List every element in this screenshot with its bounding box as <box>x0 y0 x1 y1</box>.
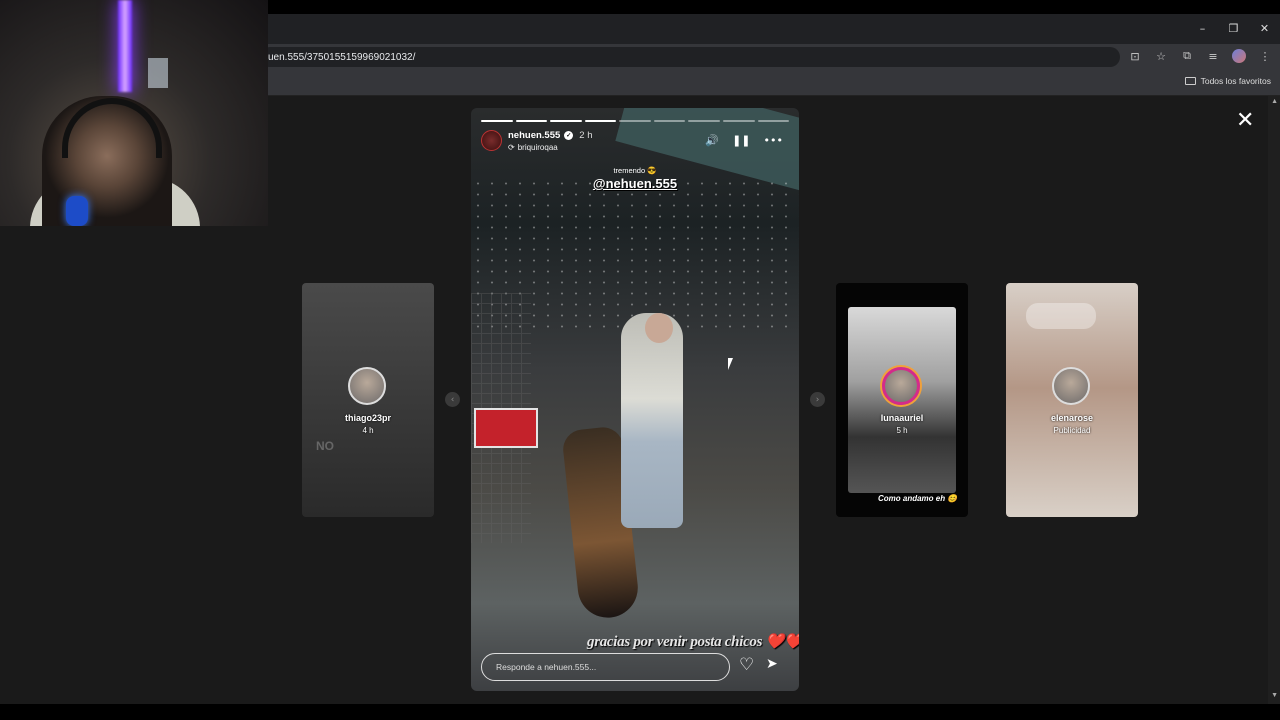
story-header: nehuen.555 ✓ 2 h ⟳ briquiroqaa <box>481 130 593 152</box>
avatar[interactable] <box>481 130 502 151</box>
progress-segment <box>757 120 790 122</box>
more-options-icon[interactable]: ••• <box>764 134 783 147</box>
story-card-lunaauriel[interactable]: lunaauriel 5 h Como andamo eh 😊 <box>836 283 968 517</box>
pause-icon[interactable]: ❚❚ <box>732 134 750 147</box>
send-icon[interactable]: ➤ <box>766 657 778 671</box>
toolbar-icons: ⊡ ☆ ⧉ ≡ ⋮ <box>1128 49 1272 63</box>
card-caption: Como andamo eh 😊 <box>878 494 958 503</box>
sunglasses <box>1026 303 1096 329</box>
mouse-cursor <box>728 358 738 370</box>
like-icon[interactable]: ♡ <box>739 657 754 674</box>
menu-icon[interactable]: ⋮ <box>1258 49 1272 63</box>
progress-segment <box>584 120 617 122</box>
minimize-icon[interactable]: – <box>1187 18 1218 38</box>
card-time: 4 h <box>362 426 374 435</box>
media-icon[interactable]: ≡ <box>1206 49 1220 63</box>
close-window-icon[interactable]: ✕ <box>1249 18 1280 38</box>
close-icon[interactable]: ✕ <box>1236 110 1254 132</box>
reply-input[interactable] <box>481 653 730 681</box>
webcam-overlay <box>0 0 268 226</box>
story-card-elenarose[interactable]: elenarose Publicidad <box>1006 283 1138 517</box>
os-bottom-bar <box>0 704 1280 720</box>
sound-icon[interactable]: 🔊 <box>705 134 719 147</box>
progress-segment <box>688 120 720 122</box>
card-username: lunaauriel <box>880 413 924 423</box>
next-story-icon[interactable]: › <box>810 392 825 407</box>
caption-text: gracias por venir posta chicos <box>587 634 763 650</box>
mention-sticker[interactable]: @nehuen.555 <box>471 176 799 191</box>
star-icon[interactable]: ☆ <box>1154 49 1168 63</box>
progress-segment <box>481 120 513 122</box>
extensions-icon[interactable]: ⧉ <box>1180 49 1194 63</box>
card-username: thiago23pr <box>344 413 391 423</box>
restore-icon[interactable]: ❐ <box>1218 18 1249 38</box>
scroll-down-icon[interactable]: ▼ <box>1271 692 1278 699</box>
progress-segment <box>515 120 548 122</box>
text-sticker: tremendo 😎 <box>613 166 657 175</box>
verified-icon: ✓ <box>564 131 574 140</box>
red-amplifier <box>474 408 538 448</box>
reshared-from[interactable]: briquiroqaa <box>518 143 558 152</box>
scrollbar[interactable]: ▲ ▼ <box>1268 96 1280 704</box>
story-username[interactable]: nehuen.555 <box>508 130 560 141</box>
url-text: uen.555/3750155159969021032/ <box>268 51 416 63</box>
bookmarks-folder-label: Todos los favoritos <box>1200 76 1271 86</box>
singer <box>621 313 683 528</box>
story-time: 2 h <box>579 130 593 141</box>
progress-segment <box>722 120 755 122</box>
sponsored-label: Publicidad <box>1053 426 1091 435</box>
active-story[interactable]: nehuen.555 ✓ 2 h ⟳ briquiroqaa 🔊 ❚❚ ••• … <box>471 108 799 691</box>
background-monitor <box>148 58 168 88</box>
story-progress <box>481 120 790 122</box>
avatar <box>882 367 920 405</box>
window-controls: – ❐ ✕ <box>1187 18 1280 38</box>
caption-emoji: ❤️❤️ <box>765 634 799 650</box>
progress-segment <box>550 120 582 122</box>
microphone <box>66 196 88 226</box>
avatar <box>1052 367 1090 405</box>
reshare-icon: ⟳ <box>508 143 515 152</box>
card-overlay-text: NO <box>316 439 334 453</box>
prev-story-icon[interactable]: ‹ <box>445 392 460 407</box>
story-controls: 🔊 ❚❚ ••• <box>705 134 783 147</box>
story-caption: gracias por venir posta chicos ❤️❤️ <box>587 632 799 651</box>
address-bar[interactable]: uen.555/3750155159969021032/ <box>260 47 1120 67</box>
folder-icon <box>1184 77 1196 85</box>
avatar <box>348 367 386 405</box>
singer-head <box>645 313 673 343</box>
progress-segment <box>653 120 686 122</box>
card-username: elenarose <box>1050 413 1094 423</box>
bookmarks-folder[interactable]: Todos los favoritos <box>1184 76 1271 86</box>
scroll-up-icon[interactable]: ▲ <box>1271 98 1278 105</box>
neon-light <box>118 0 132 92</box>
install-icon[interactable]: ⊡ <box>1128 49 1142 63</box>
profile-avatar[interactable] <box>1232 49 1246 63</box>
progress-segment <box>619 120 651 122</box>
card-time: 5 h <box>896 426 908 435</box>
story-card-thiago23pr[interactable]: NO thiago23pr 4 h <box>302 283 434 517</box>
